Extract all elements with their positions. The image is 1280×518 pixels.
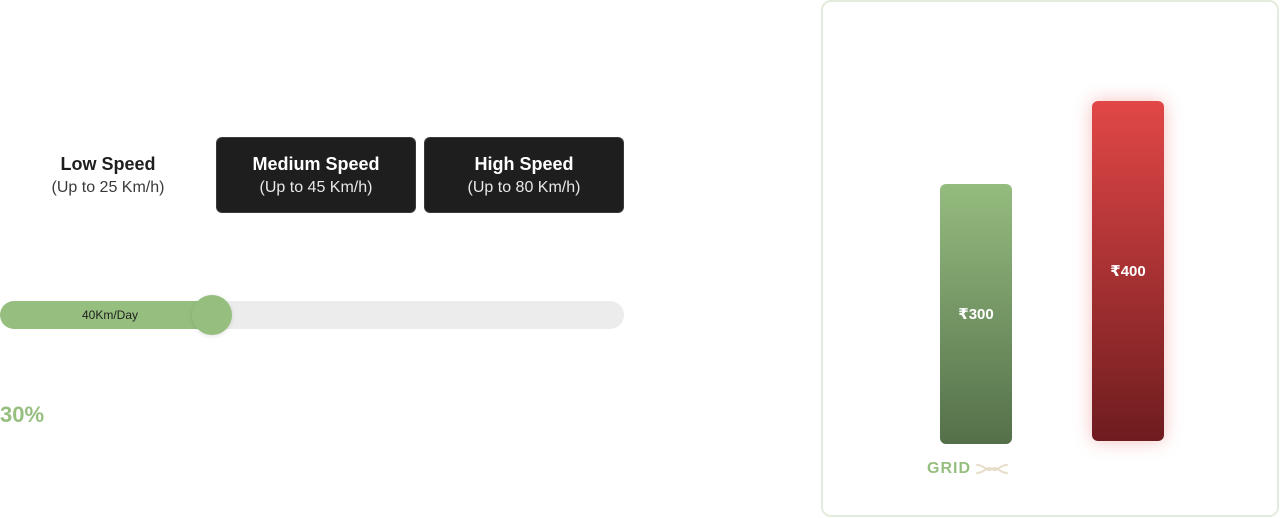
speed-option-subtitle: (Up to 80 Km/h) [467, 178, 581, 196]
speed-option-subtitle: (Up to 25 Km/h) [51, 178, 165, 196]
speed-option-subtitle: (Up to 45 Km/h) [259, 178, 373, 196]
speed-option-title: Low Speed [60, 153, 156, 174]
distance-slider[interactable]: 40Km/Day [0, 295, 624, 335]
slider-value-label: 40Km/Day [81, 308, 139, 322]
savings-percent: 30% [0, 402, 45, 427]
speed-option-title: High Speed [474, 153, 574, 174]
grid-logo: GRID [927, 460, 1009, 478]
bar-value-label: ₹400 [1110, 263, 1146, 280]
bar-value-label: ₹300 [958, 306, 994, 323]
infinity-icon [976, 464, 1008, 474]
slider-thumb[interactable] [192, 295, 232, 335]
speed-option-medium[interactable]: Medium Speed (Up to 45 Km/h) [216, 137, 416, 213]
speed-option-title: Medium Speed [252, 153, 380, 174]
cost-comparison-card: ₹300 ₹400 GRID [821, 0, 1279, 517]
speed-option-high[interactable]: High Speed (Up to 80 Km/h) [424, 137, 624, 213]
bar-grid-cost: ₹300 [940, 184, 1012, 444]
speed-option-low[interactable]: Low Speed (Up to 25 Km/h) [8, 137, 208, 213]
brand-name: GRID [927, 460, 971, 477]
bar-fuel-cost: ₹400 [1092, 101, 1164, 441]
